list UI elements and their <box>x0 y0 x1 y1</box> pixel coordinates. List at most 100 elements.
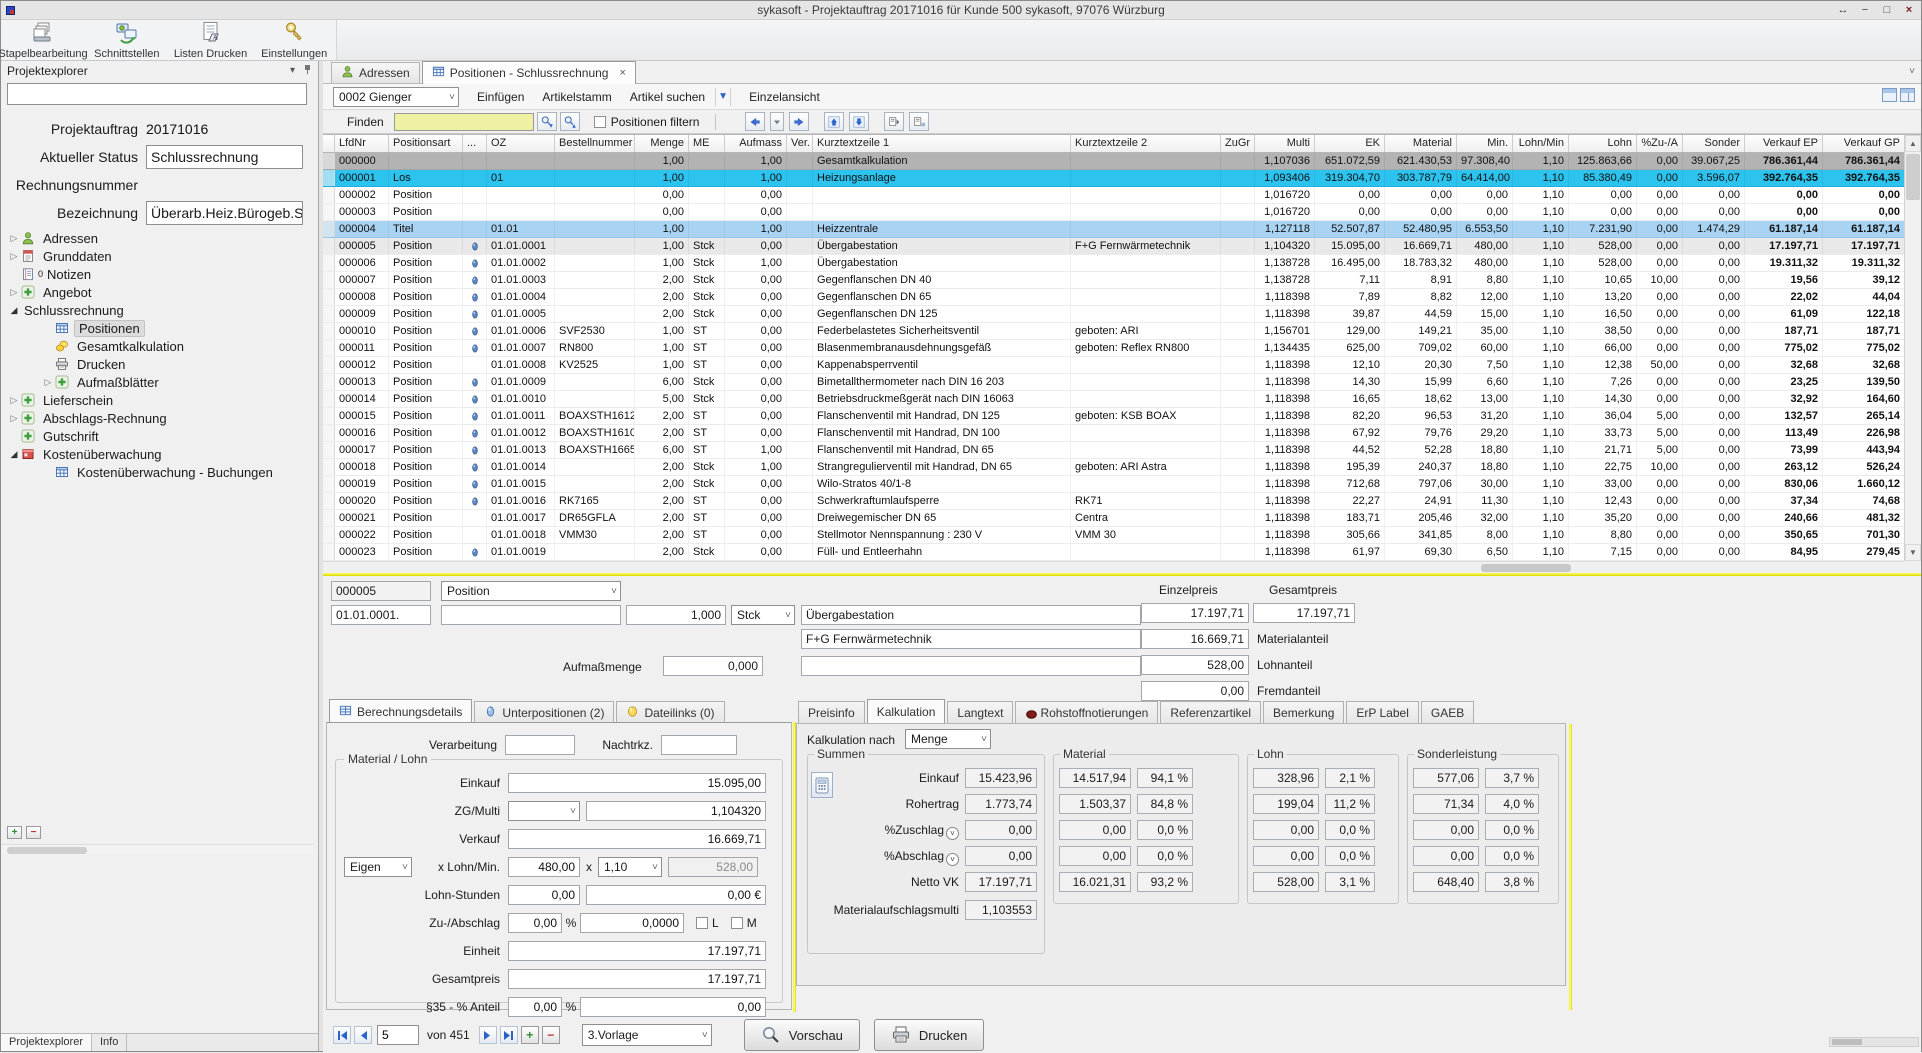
kalk-nach-combo[interactable]: Menge <box>905 729 991 749</box>
table-row-000021[interactable]: 000021Position01.01.0017DR65GFLA2,00ST0,… <box>323 510 1921 527</box>
detail-kurztext2-field[interactable]: F+G Fernwärmetechnik <box>801 629 1141 649</box>
toolbar-button-einstellungen[interactable]: Einstellungen <box>252 20 336 60</box>
kalk-lohn-pct-netto-vk[interactable]: 3,1 % <box>1325 872 1375 892</box>
navigate-back-icon[interactable] <box>745 112 765 131</box>
pin-icon[interactable] <box>303 64 312 78</box>
table-row-000011[interactable]: 000011Position01.01.0007RN8001,00ST0,00B… <box>323 340 1921 357</box>
column-header-me[interactable]: ME <box>689 135 725 152</box>
detail-menge-field[interactable]: 1,000 <box>626 605 726 625</box>
dropdown-circle-icon[interactable]: ˅ <box>946 827 959 840</box>
search-dropdown-icon[interactable]: ▼ <box>715 88 731 106</box>
aufmass-field[interactable]: 0,000 <box>663 656 763 676</box>
kalk-sum-rohertrag[interactable]: 1.773,74 <box>965 794 1037 814</box>
verkauf-input[interactable] <box>508 829 766 849</box>
detail-kurztext3-field[interactable] <box>801 656 1141 676</box>
toolbar-button-schnittstellen[interactable]: Schnittstellen <box>85 20 169 60</box>
kalk-material-netto-vk[interactable]: 16.021,31 <box>1059 872 1131 892</box>
kalk-tab-kalkulation[interactable]: Kalkulation <box>867 699 946 723</box>
sidebar-item-gutschrift[interactable]: Gutschrift <box>3 427 316 445</box>
field-value-aktueller-status[interactable]: Schlussrechnung <box>146 145 303 169</box>
collapse-all-icon[interactable]: − <box>26 826 41 839</box>
detail-oz-field[interactable]: 01.01.0001. <box>331 605 431 625</box>
sidebar-item-kostenüberwachung-buchungen[interactable]: Kostenüberwachung - Buchungen <box>3 463 316 481</box>
dropdown-circle-icon[interactable]: ˅ <box>946 853 959 866</box>
kalk-material-einkauf[interactable]: 14.517,94 <box>1059 768 1131 788</box>
kalk-sonder-pct-einkauf[interactable]: 3,7 % <box>1485 768 1539 788</box>
kalk-sonder-pct-netto-vk[interactable]: 3,8 % <box>1485 872 1539 892</box>
einzelpreis-field[interactable]: 17.197,71 <box>1141 603 1249 623</box>
tree-expander-icon[interactable]: ◢ <box>7 305 21 316</box>
single-view-button[interactable]: Einzelansicht <box>749 90 820 104</box>
kalk-lohn-pct-einkauf[interactable]: 2,1 % <box>1325 768 1375 788</box>
kalk-sonder-netto-vk[interactable]: 648,40 <box>1413 872 1479 892</box>
scrollbar-thumb[interactable] <box>1481 564 1571 572</box>
kalk-material-zuschlag[interactable]: 0,00 <box>1059 820 1131 840</box>
lohnanteil-field[interactable]: 528,00 <box>1141 655 1249 675</box>
customer-combo[interactable]: 0002 Gienger <box>333 87 459 107</box>
move-up-icon[interactable] <box>824 112 844 131</box>
kalk-lohn-einkauf[interactable]: 328,96 <box>1253 768 1319 788</box>
find-input[interactable] <box>394 113 534 131</box>
table-row-000014[interactable]: 000014Position01.01.00105,00Stck0,00Betr… <box>323 391 1921 408</box>
column-header-kurztextzeile-2[interactable]: Kurztextzeile 2 <box>1071 135 1221 152</box>
kalk-material-pct-rohertrag[interactable]: 84,8 % <box>1137 794 1193 814</box>
kalk-sum-abschlag[interactable]: 0,00 <box>965 846 1037 866</box>
tab-close-icon[interactable]: × <box>619 67 625 79</box>
kalk-sum-materialaufschlagsmulti[interactable]: 1,103553 <box>965 900 1037 920</box>
article-master-button[interactable]: Artikelstamm <box>542 90 611 104</box>
sidebar-item-drucken[interactable]: Drucken <box>3 355 316 373</box>
column-header-ver[interactable]: Ver. <box>787 135 813 152</box>
move-down-icon[interactable] <box>849 112 869 131</box>
sidebar-horizontal-scrollbar[interactable] <box>1 844 313 855</box>
sidebar-item-abschlags-rechnung[interactable]: ▷Abschlags-Rechnung <box>3 409 316 427</box>
column-header-bestellnummer[interactable]: Bestellnummer <box>555 135 635 152</box>
toolbar-button-stapelbearbeitung[interactable]: Stapelbearbeitung <box>1 20 85 60</box>
kalk-lohn-rohertrag[interactable]: 199,04 <box>1253 794 1319 814</box>
detail-posart-combo[interactable]: Position <box>441 581 621 601</box>
table-row-000005[interactable]: 000005Position01.01.00011,00Stck0,00Über… <box>323 238 1921 255</box>
kalk-sum-zuschlag[interactable]: 0,00 <box>965 820 1037 840</box>
detail-bestellnr-field[interactable] <box>441 605 621 625</box>
minimize-button[interactable]: − <box>1857 3 1873 18</box>
tree-expander-icon[interactable]: ▷ <box>7 251 21 262</box>
kalk-tab-bemerkung[interactable]: Bemerkung <box>1263 701 1344 723</box>
zuabschlag-val-input[interactable] <box>580 913 684 933</box>
column-header-min[interactable]: Min. <box>1457 135 1513 152</box>
kalk-tab-preisinfo[interactable]: Preisinfo <box>798 701 865 723</box>
sidebar-item-notizen[interactable]: 0Notizen <box>3 265 316 283</box>
kalk-sonder-rohertrag[interactable]: 71,34 <box>1413 794 1479 814</box>
tree-expander-icon[interactable]: ▷ <box>7 287 21 298</box>
p35-val-input[interactable] <box>580 997 766 1017</box>
layout-split-icon[interactable] <box>1900 88 1915 102</box>
kalk-sonder-einkauf[interactable]: 577,06 <box>1413 768 1479 788</box>
table-row-000022[interactable]: 000022Position01.01.0018VMM302,00ST0,00S… <box>323 527 1921 544</box>
column-header-positionsart[interactable]: Positionsart <box>389 135 463 152</box>
einkauf-input[interactable] <box>508 773 766 793</box>
table-row-000002[interactable]: 000002Position0,000,001,0167200,000,000,… <box>323 187 1921 204</box>
detail-tab-unterpositionen-2[interactable]: Unterpositionen (2) <box>474 701 614 723</box>
kalk-material-pct-netto-vk[interactable]: 93,2 % <box>1137 872 1193 892</box>
kalk-lohn-netto-vk[interactable]: 528,00 <box>1253 872 1319 892</box>
column-header-aufmass[interactable]: Aufmass <box>725 135 787 152</box>
kalk-sonder-pct-rohertrag[interactable]: 4,0 % <box>1485 794 1539 814</box>
expand-all-icon[interactable]: + <box>7 826 22 839</box>
detail-kurztext1-field[interactable]: Übergabestation <box>801 605 1141 625</box>
tree-expander-icon[interactable]: ▷ <box>7 233 21 244</box>
column-header-zugr[interactable]: ZuGr <box>1221 135 1255 152</box>
kalk-lohn-zuschlag[interactable]: 0,00 <box>1253 820 1319 840</box>
preview-button[interactable]: Vorschau <box>744 1019 860 1051</box>
faktor-combo[interactable]: 1,10 <box>598 857 662 877</box>
tree-expander-icon[interactable]: ▷ <box>7 413 21 424</box>
kalk-lohn-pct-zuschlag[interactable]: 0,0 % <box>1325 820 1375 840</box>
outline-expand-icon[interactable] <box>909 112 929 131</box>
tree-expander-icon[interactable]: ▷ <box>41 377 55 388</box>
tab-adressen[interactable]: Adressen <box>331 62 420 83</box>
insert-button[interactable]: Einfügen <box>477 90 524 104</box>
sidebar-item-gesamtkalkulation[interactable]: Gesamtkalkulation <box>3 337 316 355</box>
fremdanteil-field[interactable]: 0,00 <box>1141 681 1249 701</box>
resize-button[interactable]: ↔ <box>1835 3 1851 18</box>
scroll-up-icon[interactable]: ▲ <box>1905 135 1921 152</box>
table-row-000017[interactable]: 000017Position01.01.0013BOAXSTH16656,00S… <box>323 442 1921 459</box>
grid-horizontal-scrollbar[interactable] <box>323 561 1904 573</box>
table-row-000023[interactable]: 000023Position01.01.00192,00Stck0,00Füll… <box>323 544 1921 561</box>
